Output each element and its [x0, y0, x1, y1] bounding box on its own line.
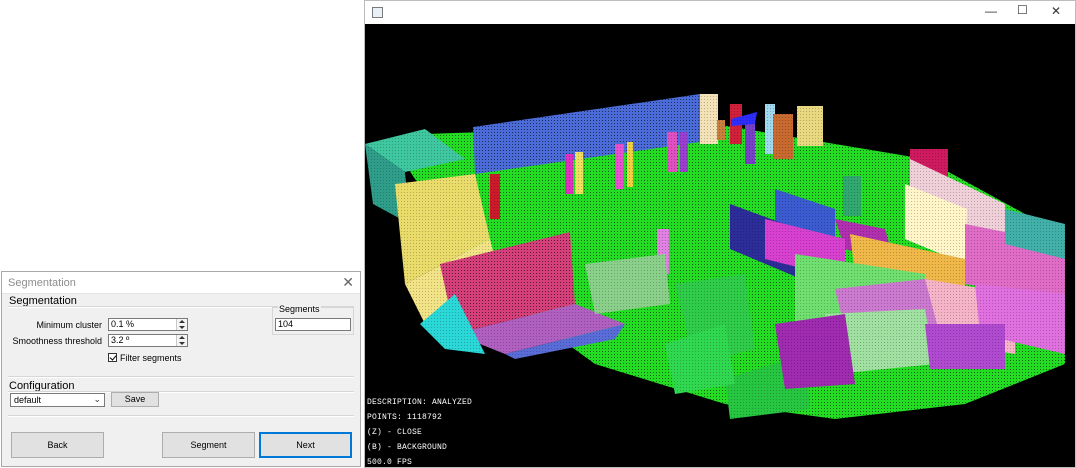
- smoothness-stepper[interactable]: 3.2 º: [108, 334, 188, 347]
- hud-background-hint: (B) - BACKGROUND: [367, 443, 447, 452]
- hud-points: POINTS: 1118792: [367, 413, 442, 422]
- section-divider: [8, 376, 354, 378]
- stepper-arrows-icon[interactable]: [176, 335, 187, 346]
- hud-description: DESCRIPTION: ANALYZED: [367, 398, 472, 407]
- dialog-title: Segmentation: [8, 277, 76, 289]
- segments-label: Segments: [278, 304, 321, 314]
- chevron-down-icon: ⌄: [93, 394, 101, 404]
- segments-field[interactable]: 104: [275, 318, 351, 331]
- configuration-select[interactable]: default ⌄: [10, 393, 105, 407]
- smoothness-value: 3.2 º: [111, 335, 130, 345]
- footer-divider: [8, 415, 354, 417]
- segmentation-dialog: Segmentation ✕ Segmentation Minimum clus…: [1, 271, 361, 467]
- segments-group: Segments 104: [272, 304, 354, 335]
- next-button[interactable]: Next: [259, 432, 352, 458]
- close-icon[interactable]: ✕: [342, 274, 354, 291]
- stepper-arrows-icon[interactable]: [176, 319, 187, 330]
- app-icon: [372, 7, 383, 18]
- maximize-icon[interactable]: ☐: [1017, 3, 1028, 17]
- save-button[interactable]: Save: [111, 392, 159, 407]
- hud-fps: 500.0 FPS: [367, 458, 412, 467]
- minimize-icon[interactable]: —: [985, 4, 997, 18]
- viewer-title-bar: — ☐ ✕: [365, 1, 1075, 24]
- filter-segments-checkbox[interactable]: [108, 353, 117, 362]
- point-texture-overlay: [365, 84, 1075, 424]
- back-button[interactable]: Back: [11, 432, 104, 458]
- min-cluster-value: 0.1 %: [111, 319, 135, 329]
- min-cluster-label: Minimum cluster: [36, 320, 102, 330]
- configuration-selected: default: [14, 395, 42, 405]
- smoothness-label: Smoothness threshold: [12, 336, 102, 346]
- segment-button[interactable]: Segment: [162, 432, 255, 458]
- point-cloud-canvas[interactable]: DESCRIPTION: ANALYZED POINTS: 1118792 (Z…: [365, 24, 1075, 468]
- close-icon[interactable]: ✕: [1051, 4, 1061, 18]
- dialog-title-bar: Segmentation ✕: [2, 272, 360, 294]
- hud-close-hint: (Z) - CLOSE: [367, 428, 422, 437]
- filter-segments-label: Filter segments: [120, 353, 182, 363]
- min-cluster-stepper[interactable]: 0.1 %: [108, 318, 188, 331]
- point-cloud-viewer-window: — ☐ ✕ DESCRIPTION: ANALYZED POINTS: 1118…: [364, 0, 1076, 468]
